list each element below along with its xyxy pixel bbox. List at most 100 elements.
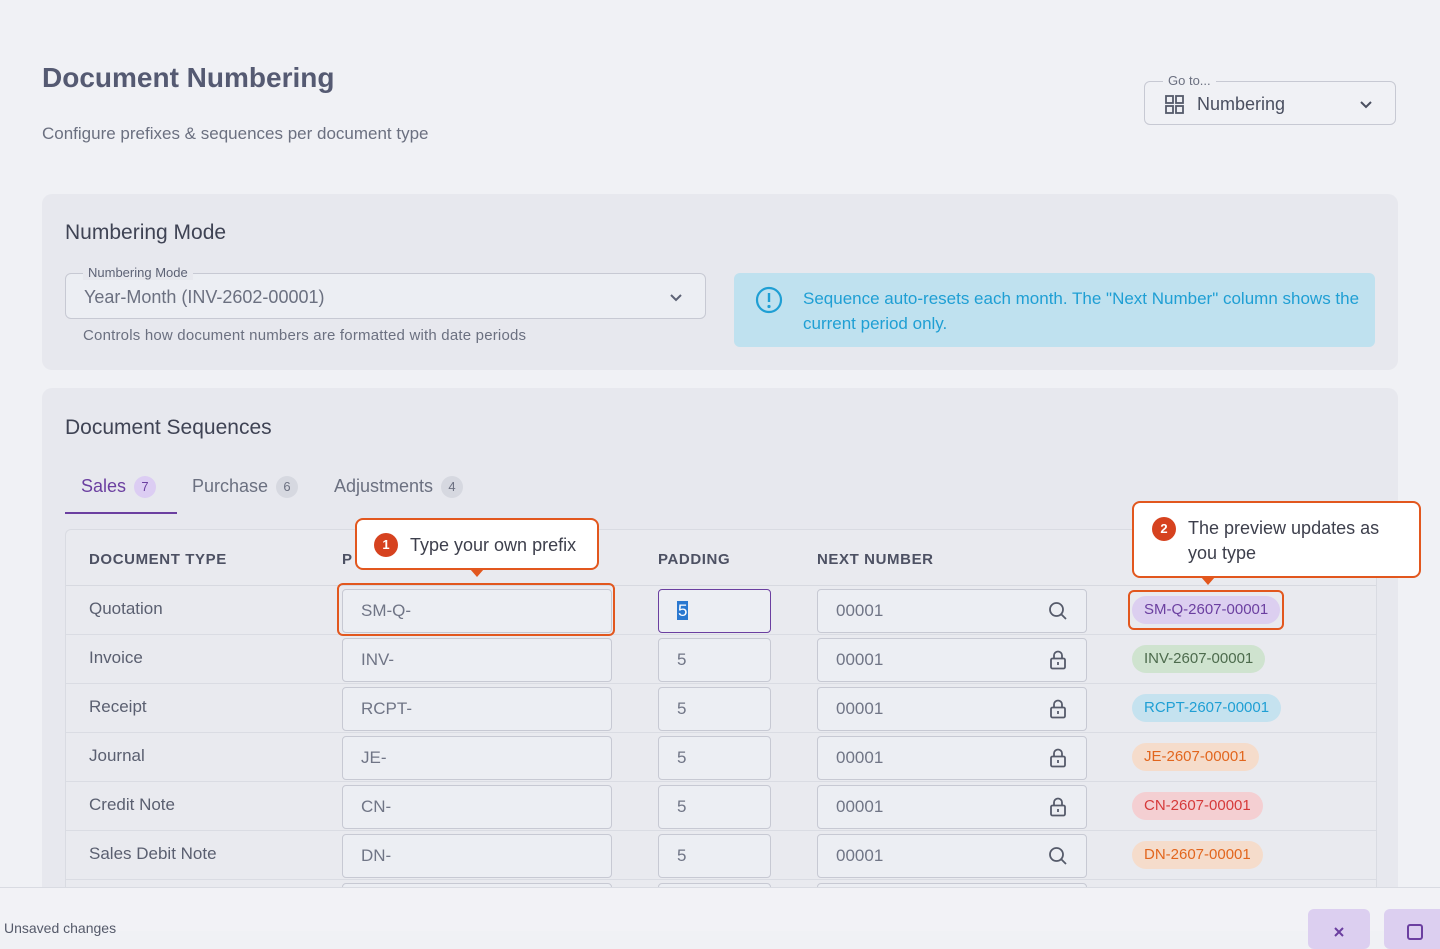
- next-number-value: 00001: [836, 748, 884, 767]
- tab-label: Adjustments: [334, 476, 434, 496]
- chevron-down-icon: [669, 290, 683, 308]
- padding-value-wrap: 5: [677, 601, 689, 621]
- padding-input[interactable]: 5: [658, 687, 771, 731]
- lock-icon[interactable]: [1048, 748, 1068, 773]
- lock-icon[interactable]: [1048, 797, 1068, 822]
- next-number-value: 00001: [836, 601, 884, 620]
- prefix-value: INV-: [361, 650, 395, 669]
- preview-chip: INV-2607-00001: [1132, 645, 1266, 673]
- preview-chip: CN-2607-00001: [1132, 792, 1263, 820]
- goto-label: Go to...: [1163, 73, 1216, 88]
- document-type-cell: Receipt: [89, 697, 147, 716]
- table-row: Invoice INV- 5 00001 INV-2607-00001: [66, 635, 1376, 684]
- prefix-input[interactable]: RCPT-: [342, 687, 612, 731]
- callout-arrow: [1201, 577, 1215, 585]
- table-row: Sales Debit Note DN- 5 00001 DN-2607-000…: [66, 831, 1376, 880]
- callout-text: The preview updates as you type: [1188, 518, 1380, 563]
- tab-count: 7: [134, 476, 157, 499]
- preview-chip: JE-2607-00001: [1132, 743, 1259, 771]
- tab-label: Sales: [81, 476, 127, 496]
- next-number-value: 00001: [836, 797, 884, 816]
- document-type-cell: Invoice: [89, 648, 143, 667]
- prefix-value: JE-: [361, 748, 387, 767]
- save-icon: [1407, 924, 1423, 940]
- callout-prefix: 1 Type your own prefix: [355, 518, 599, 570]
- table-row: Journal JE- 5 00001 JE-2607-00001: [66, 733, 1376, 782]
- tab-count: 6: [276, 476, 299, 499]
- padding-value: 5: [677, 797, 687, 816]
- grid-icon: [1165, 95, 1184, 119]
- column-header-padding: PADDING: [658, 551, 731, 568]
- next-number-input[interactable]: 00001: [817, 785, 1087, 829]
- lock-icon[interactable]: [1048, 699, 1068, 724]
- save-button[interactable]: [1384, 909, 1440, 949]
- preview-chip: DN-2607-00001: [1132, 841, 1263, 869]
- next-number-input[interactable]: 00001: [817, 687, 1087, 731]
- tab-sales[interactable]: Sales 7: [65, 476, 177, 514]
- padding-value: 5: [677, 650, 687, 669]
- goto-select[interactable]: Go to... Numbering: [1144, 73, 1396, 125]
- preview-chip: RCPT-2607-00001: [1132, 694, 1282, 722]
- next-number-input[interactable]: 00001: [817, 834, 1087, 878]
- tab-purchase[interactable]: Purchase 6: [192, 476, 299, 512]
- numbering-mode-title: Numbering Mode: [65, 221, 227, 244]
- callout-text: Type your own prefix: [410, 535, 577, 555]
- preview-chip: SM-Q-2607-00001: [1132, 596, 1281, 624]
- lock-icon[interactable]: [1048, 650, 1068, 675]
- next-number-value: 00001: [836, 846, 884, 865]
- discard-button[interactable]: [1308, 909, 1370, 949]
- info-alert: Sequence auto-resets each month. The "Ne…: [734, 273, 1375, 347]
- padding-input[interactable]: 5: [658, 834, 771, 878]
- search-icon[interactable]: [1048, 846, 1068, 871]
- tab-adjustments[interactable]: Adjustments 4: [334, 476, 464, 512]
- tab-label: Purchase: [192, 476, 269, 496]
- document-type-cell: Sales Debit Note: [89, 844, 217, 863]
- footer-bar: Unsaved changes: [0, 887, 1440, 949]
- padding-value: 5: [677, 699, 687, 718]
- prefix-input[interactable]: JE-: [342, 736, 612, 780]
- padding-value: 5: [677, 601, 689, 620]
- tab-count: 4: [441, 476, 464, 499]
- document-sequences-title: Document Sequences: [65, 416, 272, 439]
- info-text: Sequence auto-resets each month. The "Ne…: [803, 289, 1360, 333]
- page-subtitle: Configure prefixes & sequences per docum…: [42, 124, 429, 143]
- search-icon[interactable]: [1048, 601, 1068, 626]
- next-number-input[interactable]: 00001: [817, 589, 1087, 633]
- padding-input[interactable]: 5: [658, 785, 771, 829]
- prefix-value: CN-: [361, 797, 392, 816]
- padding-input[interactable]: 5: [658, 638, 771, 682]
- padding-input[interactable]: 5: [658, 736, 771, 780]
- prefix-value: SM-Q-: [361, 601, 412, 620]
- column-header-next-number: NEXT NUMBER: [817, 551, 934, 568]
- sequences-table: DOCUMENT TYPE P PADDING NEXT NUMBER Quot…: [65, 529, 1377, 910]
- padding-input[interactable]: 5: [658, 589, 771, 633]
- table-row: Quotation SM-Q- 5 00001 SM-Q-2607-00001: [66, 586, 1376, 635]
- numbering-mode-value: Year-Month (INV-2602-00001): [84, 287, 325, 307]
- close-icon: [1334, 927, 1344, 937]
- chevron-down-icon: [1359, 97, 1373, 115]
- callout-preview: 2 The preview updates as you type: [1132, 501, 1421, 578]
- padding-value: 5: [677, 748, 687, 767]
- callout-arrow: [470, 569, 484, 577]
- document-type-cell: Journal: [89, 746, 145, 765]
- prefix-input[interactable]: DN-: [342, 834, 612, 878]
- table-row: Credit Note CN- 5 00001 CN-2607-00001: [66, 782, 1376, 831]
- unsaved-status: Unsaved changes: [4, 920, 117, 936]
- numbering-mode-select[interactable]: Numbering Mode Year-Month (INV-2602-0000…: [65, 265, 706, 319]
- next-number-value: 00001: [836, 650, 884, 669]
- numbering-mode-helper: Controls how document numbers are format…: [83, 327, 527, 344]
- column-header-document-type: DOCUMENT TYPE: [89, 551, 227, 568]
- prefix-value: RCPT-: [361, 699, 412, 718]
- prefix-input[interactable]: CN-: [342, 785, 612, 829]
- numbering-mode-label: Numbering Mode: [83, 265, 193, 280]
- numbering-mode-card: Numbering Mode Numbering Mode Year-Month…: [42, 194, 1398, 370]
- column-header-prefix: P: [342, 551, 353, 568]
- next-number-input[interactable]: 00001: [817, 736, 1087, 780]
- table-row: Receipt RCPT- 5 00001 RCPT-2607-00001: [66, 684, 1376, 733]
- info-icon: [754, 285, 784, 320]
- next-number-input[interactable]: 00001: [817, 638, 1087, 682]
- page-title: Document Numbering: [42, 62, 335, 93]
- callout-number: 1: [374, 533, 398, 557]
- prefix-input[interactable]: INV-: [342, 638, 612, 682]
- prefix-input[interactable]: SM-Q-: [342, 589, 612, 633]
